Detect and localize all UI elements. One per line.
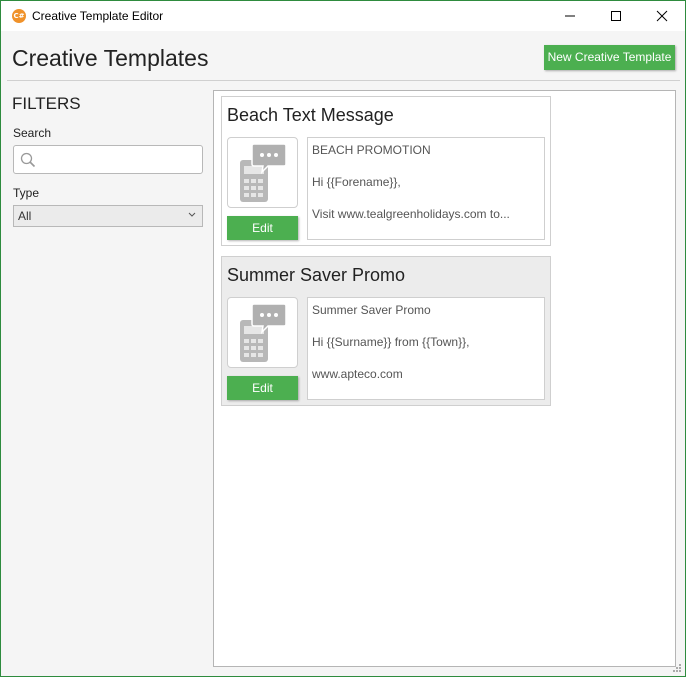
template-preview: BEACH PROMOTION Hi {{Forename}}, Visit w… <box>307 137 545 240</box>
sms-phone-icon <box>227 137 298 208</box>
preview-line: Visit www.tealgreenholidays.com to... <box>312 207 510 221</box>
new-creative-template-button[interactable]: New Creative Template <box>544 45 675 70</box>
app-window: C# Creative Template Editor Creative Tem… <box>0 0 686 677</box>
header-divider <box>7 80 680 81</box>
maximize-button[interactable] <box>593 1 639 31</box>
template-preview: Summer Saver Promo Hi {{Surname}} from {… <box>307 297 545 400</box>
filters-heading: FILTERS <box>12 94 81 113</box>
page-title: Creative Templates <box>12 45 209 71</box>
template-title: Summer Saver Promo <box>227 265 406 285</box>
preview-line: www.apteco.com <box>312 367 403 381</box>
template-title: Beach Text Message <box>227 105 394 125</box>
close-button[interactable] <box>639 1 685 31</box>
sms-phone-icon <box>227 297 298 368</box>
chevron-down-icon <box>188 212 196 217</box>
page-header: Creative Templates New Creative Template <box>1 31 685 81</box>
maximize-icon <box>611 11 621 21</box>
type-select-value: All <box>18 209 32 223</box>
close-icon <box>656 10 668 22</box>
preview-line: Hi {{Forename}}, <box>312 175 401 189</box>
search-label: Search <box>13 126 52 140</box>
title-bar: C# Creative Template Editor <box>1 1 685 31</box>
templates-list: Beach Text Message Edit BEACH PROMOTION … <box>213 90 676 667</box>
minimize-icon <box>565 15 575 17</box>
search-icon <box>20 152 36 168</box>
window-title: Creative Template Editor <box>32 9 164 23</box>
type-select[interactable]: All <box>13 205 203 227</box>
search-input[interactable] <box>13 145 203 174</box>
edit-button[interactable]: Edit <box>227 216 298 240</box>
template-card[interactable]: Beach Text Message Edit BEACH PROMOTION … <box>221 96 551 246</box>
minimize-button[interactable] <box>547 1 593 31</box>
type-label: Type <box>13 186 40 200</box>
preview-line: Hi {{Surname}} from {{Town}}, <box>312 335 470 349</box>
preview-line: BEACH PROMOTION <box>312 143 431 157</box>
app-logo-icon: C# <box>12 9 26 23</box>
preview-line: Summer Saver Promo <box>312 303 431 317</box>
resize-grip-icon[interactable] <box>672 663 682 673</box>
template-card[interactable]: Summer Saver Promo Edit Summer Saver Pro… <box>221 256 551 406</box>
edit-button[interactable]: Edit <box>227 376 298 400</box>
